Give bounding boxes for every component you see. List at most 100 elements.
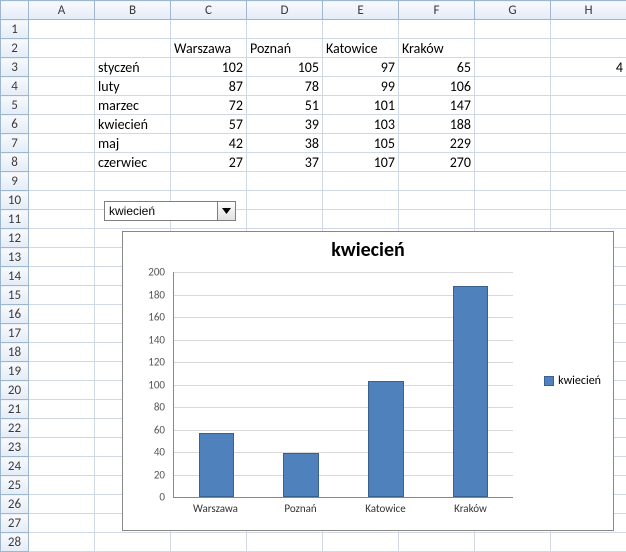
cell-C2[interactable]: Warszawa — [171, 39, 247, 58]
row-header-28[interactable]: 28 — [1, 533, 29, 552]
cell-H7[interactable] — [551, 134, 626, 153]
column-header-H[interactable]: H — [551, 1, 626, 20]
row-header-1[interactable]: 1 — [1, 20, 29, 39]
row-header-24[interactable]: 24 — [1, 457, 29, 476]
row-header-5[interactable]: 5 — [1, 96, 29, 115]
cell-A6[interactable] — [29, 115, 95, 134]
column-header-G[interactable]: G — [475, 1, 551, 20]
cell-B4[interactable]: luty — [95, 77, 171, 96]
cell-C8[interactable]: 27 — [171, 153, 247, 172]
embedded-chart[interactable]: kwiecień 020406080100120140160180200 War… — [122, 231, 614, 531]
cell-A15[interactable] — [29, 286, 95, 305]
cell-A13[interactable] — [29, 248, 95, 267]
cell-A3[interactable] — [29, 58, 95, 77]
chart-bar-Poznań[interactable] — [283, 453, 319, 497]
cell-G1[interactable] — [475, 20, 551, 39]
cell-E6[interactable]: 103 — [323, 115, 399, 134]
cell-A8[interactable] — [29, 153, 95, 172]
cell-A9[interactable] — [29, 172, 95, 191]
cell-B5[interactable]: marzec — [95, 96, 171, 115]
chart-bar-Kraków[interactable] — [453, 286, 489, 498]
cell-H3[interactable]: 4 — [551, 58, 626, 77]
cell-A4[interactable] — [29, 77, 95, 96]
cell-H28[interactable] — [551, 533, 626, 552]
cell-E11[interactable] — [323, 210, 399, 229]
cell-G7[interactable] — [475, 134, 551, 153]
cell-D9[interactable] — [247, 172, 323, 191]
cell-H2[interactable] — [551, 39, 626, 58]
cell-G11[interactable] — [475, 210, 551, 229]
cell-A27[interactable] — [29, 514, 95, 533]
cell-G9[interactable] — [475, 172, 551, 191]
column-header-C[interactable]: C — [171, 1, 247, 20]
cell-A28[interactable] — [29, 533, 95, 552]
cell-C28[interactable] — [171, 533, 247, 552]
cell-G3[interactable] — [475, 58, 551, 77]
cell-E5[interactable]: 101 — [323, 96, 399, 115]
row-header-19[interactable]: 19 — [1, 362, 29, 381]
cell-E4[interactable]: 99 — [323, 77, 399, 96]
cell-B2[interactable] — [95, 39, 171, 58]
cell-C4[interactable]: 87 — [171, 77, 247, 96]
cell-A17[interactable] — [29, 324, 95, 343]
row-header-15[interactable]: 15 — [1, 286, 29, 305]
cell-H1[interactable] — [551, 20, 626, 39]
cell-E28[interactable] — [323, 533, 399, 552]
cell-G6[interactable] — [475, 115, 551, 134]
cell-A7[interactable] — [29, 134, 95, 153]
cell-F5[interactable]: 147 — [399, 96, 475, 115]
cell-G10[interactable] — [475, 191, 551, 210]
cell-H4[interactable] — [551, 77, 626, 96]
cell-F28[interactable] — [399, 533, 475, 552]
cell-D8[interactable]: 37 — [247, 153, 323, 172]
cell-A25[interactable] — [29, 476, 95, 495]
cell-A26[interactable] — [29, 495, 95, 514]
cell-D28[interactable] — [247, 533, 323, 552]
column-header-F[interactable]: F — [399, 1, 475, 20]
row-header-16[interactable]: 16 — [1, 305, 29, 324]
row-header-3[interactable]: 3 — [1, 58, 29, 77]
cell-A14[interactable] — [29, 267, 95, 286]
cell-H11[interactable] — [551, 210, 626, 229]
row-header-27[interactable]: 27 — [1, 514, 29, 533]
row-header-9[interactable]: 9 — [1, 172, 29, 191]
row-header-11[interactable]: 11 — [1, 210, 29, 229]
cell-G2[interactable] — [475, 39, 551, 58]
cell-A1[interactable] — [29, 20, 95, 39]
row-header-10[interactable]: 10 — [1, 191, 29, 210]
cell-B28[interactable] — [95, 533, 171, 552]
cell-A12[interactable] — [29, 229, 95, 248]
cell-E9[interactable] — [323, 172, 399, 191]
cell-A10[interactable] — [29, 191, 95, 210]
row-header-26[interactable]: 26 — [1, 495, 29, 514]
cell-F6[interactable]: 188 — [399, 115, 475, 134]
cell-E8[interactable]: 107 — [323, 153, 399, 172]
cell-A16[interactable] — [29, 305, 95, 324]
cell-A21[interactable] — [29, 400, 95, 419]
chart-bar-Warszawa[interactable] — [199, 433, 235, 497]
row-header-7[interactable]: 7 — [1, 134, 29, 153]
select-all-corner[interactable] — [1, 1, 29, 20]
row-header-2[interactable]: 2 — [1, 39, 29, 58]
cell-B1[interactable] — [95, 20, 171, 39]
cell-E3[interactable]: 97 — [323, 58, 399, 77]
cell-H6[interactable] — [551, 115, 626, 134]
cell-A24[interactable] — [29, 457, 95, 476]
cell-C7[interactable]: 42 — [171, 134, 247, 153]
cell-B3[interactable]: styczeń — [95, 58, 171, 77]
cell-D5[interactable]: 51 — [247, 96, 323, 115]
cell-D11[interactable] — [247, 210, 323, 229]
column-header-E[interactable]: E — [323, 1, 399, 20]
row-header-18[interactable]: 18 — [1, 343, 29, 362]
row-header-12[interactable]: 12 — [1, 229, 29, 248]
cell-D2[interactable]: Poznań — [247, 39, 323, 58]
cell-D4[interactable]: 78 — [247, 77, 323, 96]
cell-F3[interactable]: 65 — [399, 58, 475, 77]
cell-D1[interactable] — [247, 20, 323, 39]
cell-F4[interactable]: 106 — [399, 77, 475, 96]
cell-A20[interactable] — [29, 381, 95, 400]
cell-H5[interactable] — [551, 96, 626, 115]
cell-A19[interactable] — [29, 362, 95, 381]
chart-bar-Katowice[interactable] — [368, 381, 404, 497]
cell-F7[interactable]: 229 — [399, 134, 475, 153]
